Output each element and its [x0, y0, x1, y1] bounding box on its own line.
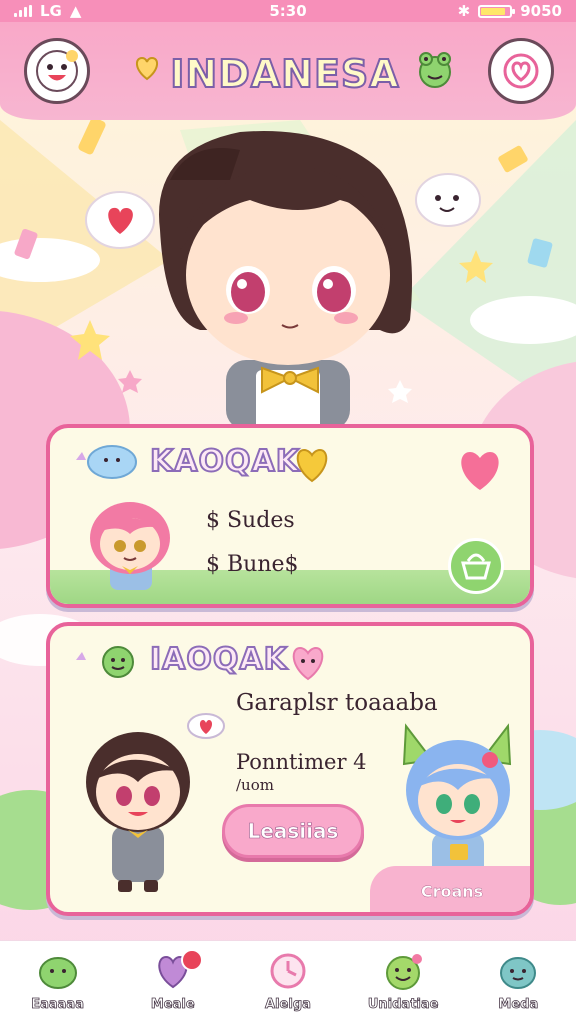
heart-speech-icon: [187, 713, 225, 739]
app-title: INDANESA: [169, 51, 400, 97]
character-card-1[interactable]: KAOQAK $ Sudes $ Bune$: [46, 424, 534, 608]
bluetooth-icon: ✱: [457, 2, 471, 20]
nav-item-2[interactable]: Meale: [123, 949, 223, 1013]
nav-label: Unidatiae: [367, 997, 439, 1013]
brown-hair-character-avatar: [86, 732, 190, 892]
card-title: IAOQAK: [149, 641, 288, 678]
card-heading: Garaplsr toaaaba: [236, 690, 438, 716]
smiley-icon: [36, 50, 78, 92]
pink-hair-character-avatar: [90, 502, 170, 590]
nav-item-3[interactable]: Alelga: [238, 951, 338, 1012]
teal-face-icon: [500, 957, 537, 989]
basket-icon: [461, 553, 491, 580]
nav-label: Alelga: [265, 997, 312, 1013]
signal-icon: [14, 5, 32, 17]
app-screen: LG ▲ 5:30 ✱ 9050 INDANESA KAOQAK $ Sudes…: [0, 0, 576, 1024]
secondary-action-button[interactable]: Croans: [370, 866, 530, 912]
status-left: LG ▲: [14, 2, 81, 20]
heart-face-icon: [292, 646, 324, 681]
card-detail-1: Ponntimer 4: [236, 750, 367, 774]
notification-badge: [180, 949, 203, 971]
card-detail-2: /uom: [236, 776, 274, 794]
nav-label: Eaaaaa: [31, 997, 85, 1013]
smile-face-icon: [386, 954, 423, 990]
bottom-navigation: Eaaaaa Meale Alelga Unidatiae Meda: [0, 940, 576, 1024]
pink-heart-icon: [461, 452, 499, 490]
status-bar: LG ▲ 5:30 ✱ 9050: [0, 0, 576, 22]
wifi-icon: ▲: [69, 2, 82, 20]
nav-label: Meale: [150, 997, 195, 1013]
title-heart-icon: [136, 56, 158, 81]
chat-cloud-icon: [76, 445, 137, 479]
app-header: INDANESA: [0, 22, 576, 120]
frog-badge-icon: [76, 646, 134, 678]
card-action-button[interactable]: [448, 538, 504, 594]
nav-item-4[interactable]: Unidatiae: [353, 951, 453, 1012]
status-time: 5:30: [269, 2, 307, 20]
smile-bubble-icon: [415, 173, 481, 227]
green-blob-icon: [38, 957, 77, 989]
gold-heart-icon: [296, 448, 328, 483]
card-title: KAOQAK: [149, 443, 300, 480]
clock-icon: [270, 953, 306, 989]
battery-label: 9050: [520, 2, 562, 20]
heart-bubble-icon: [85, 191, 155, 249]
status-right: ✱ 9050: [458, 2, 562, 20]
nav-label: Meda: [498, 997, 539, 1013]
nav-item-1[interactable]: Eaaaaa: [8, 951, 108, 1012]
profile-button[interactable]: [24, 38, 90, 104]
heart-icon: [503, 53, 539, 89]
carrier-label: LG: [40, 2, 62, 20]
nav-item-5[interactable]: Meda: [468, 951, 568, 1012]
battery-icon: [478, 4, 516, 18]
favorites-button[interactable]: [488, 38, 554, 104]
frog-mascot-icon: [419, 52, 451, 88]
card-detail-2: $ Bune$: [206, 552, 299, 577]
character-card-2[interactable]: IAOQAK Garaplsr toaaaba Ponntimer 4 /uom…: [46, 622, 534, 916]
card-detail-1: $ Sudes: [206, 508, 295, 533]
primary-action-button[interactable]: Leasiias: [222, 804, 364, 858]
